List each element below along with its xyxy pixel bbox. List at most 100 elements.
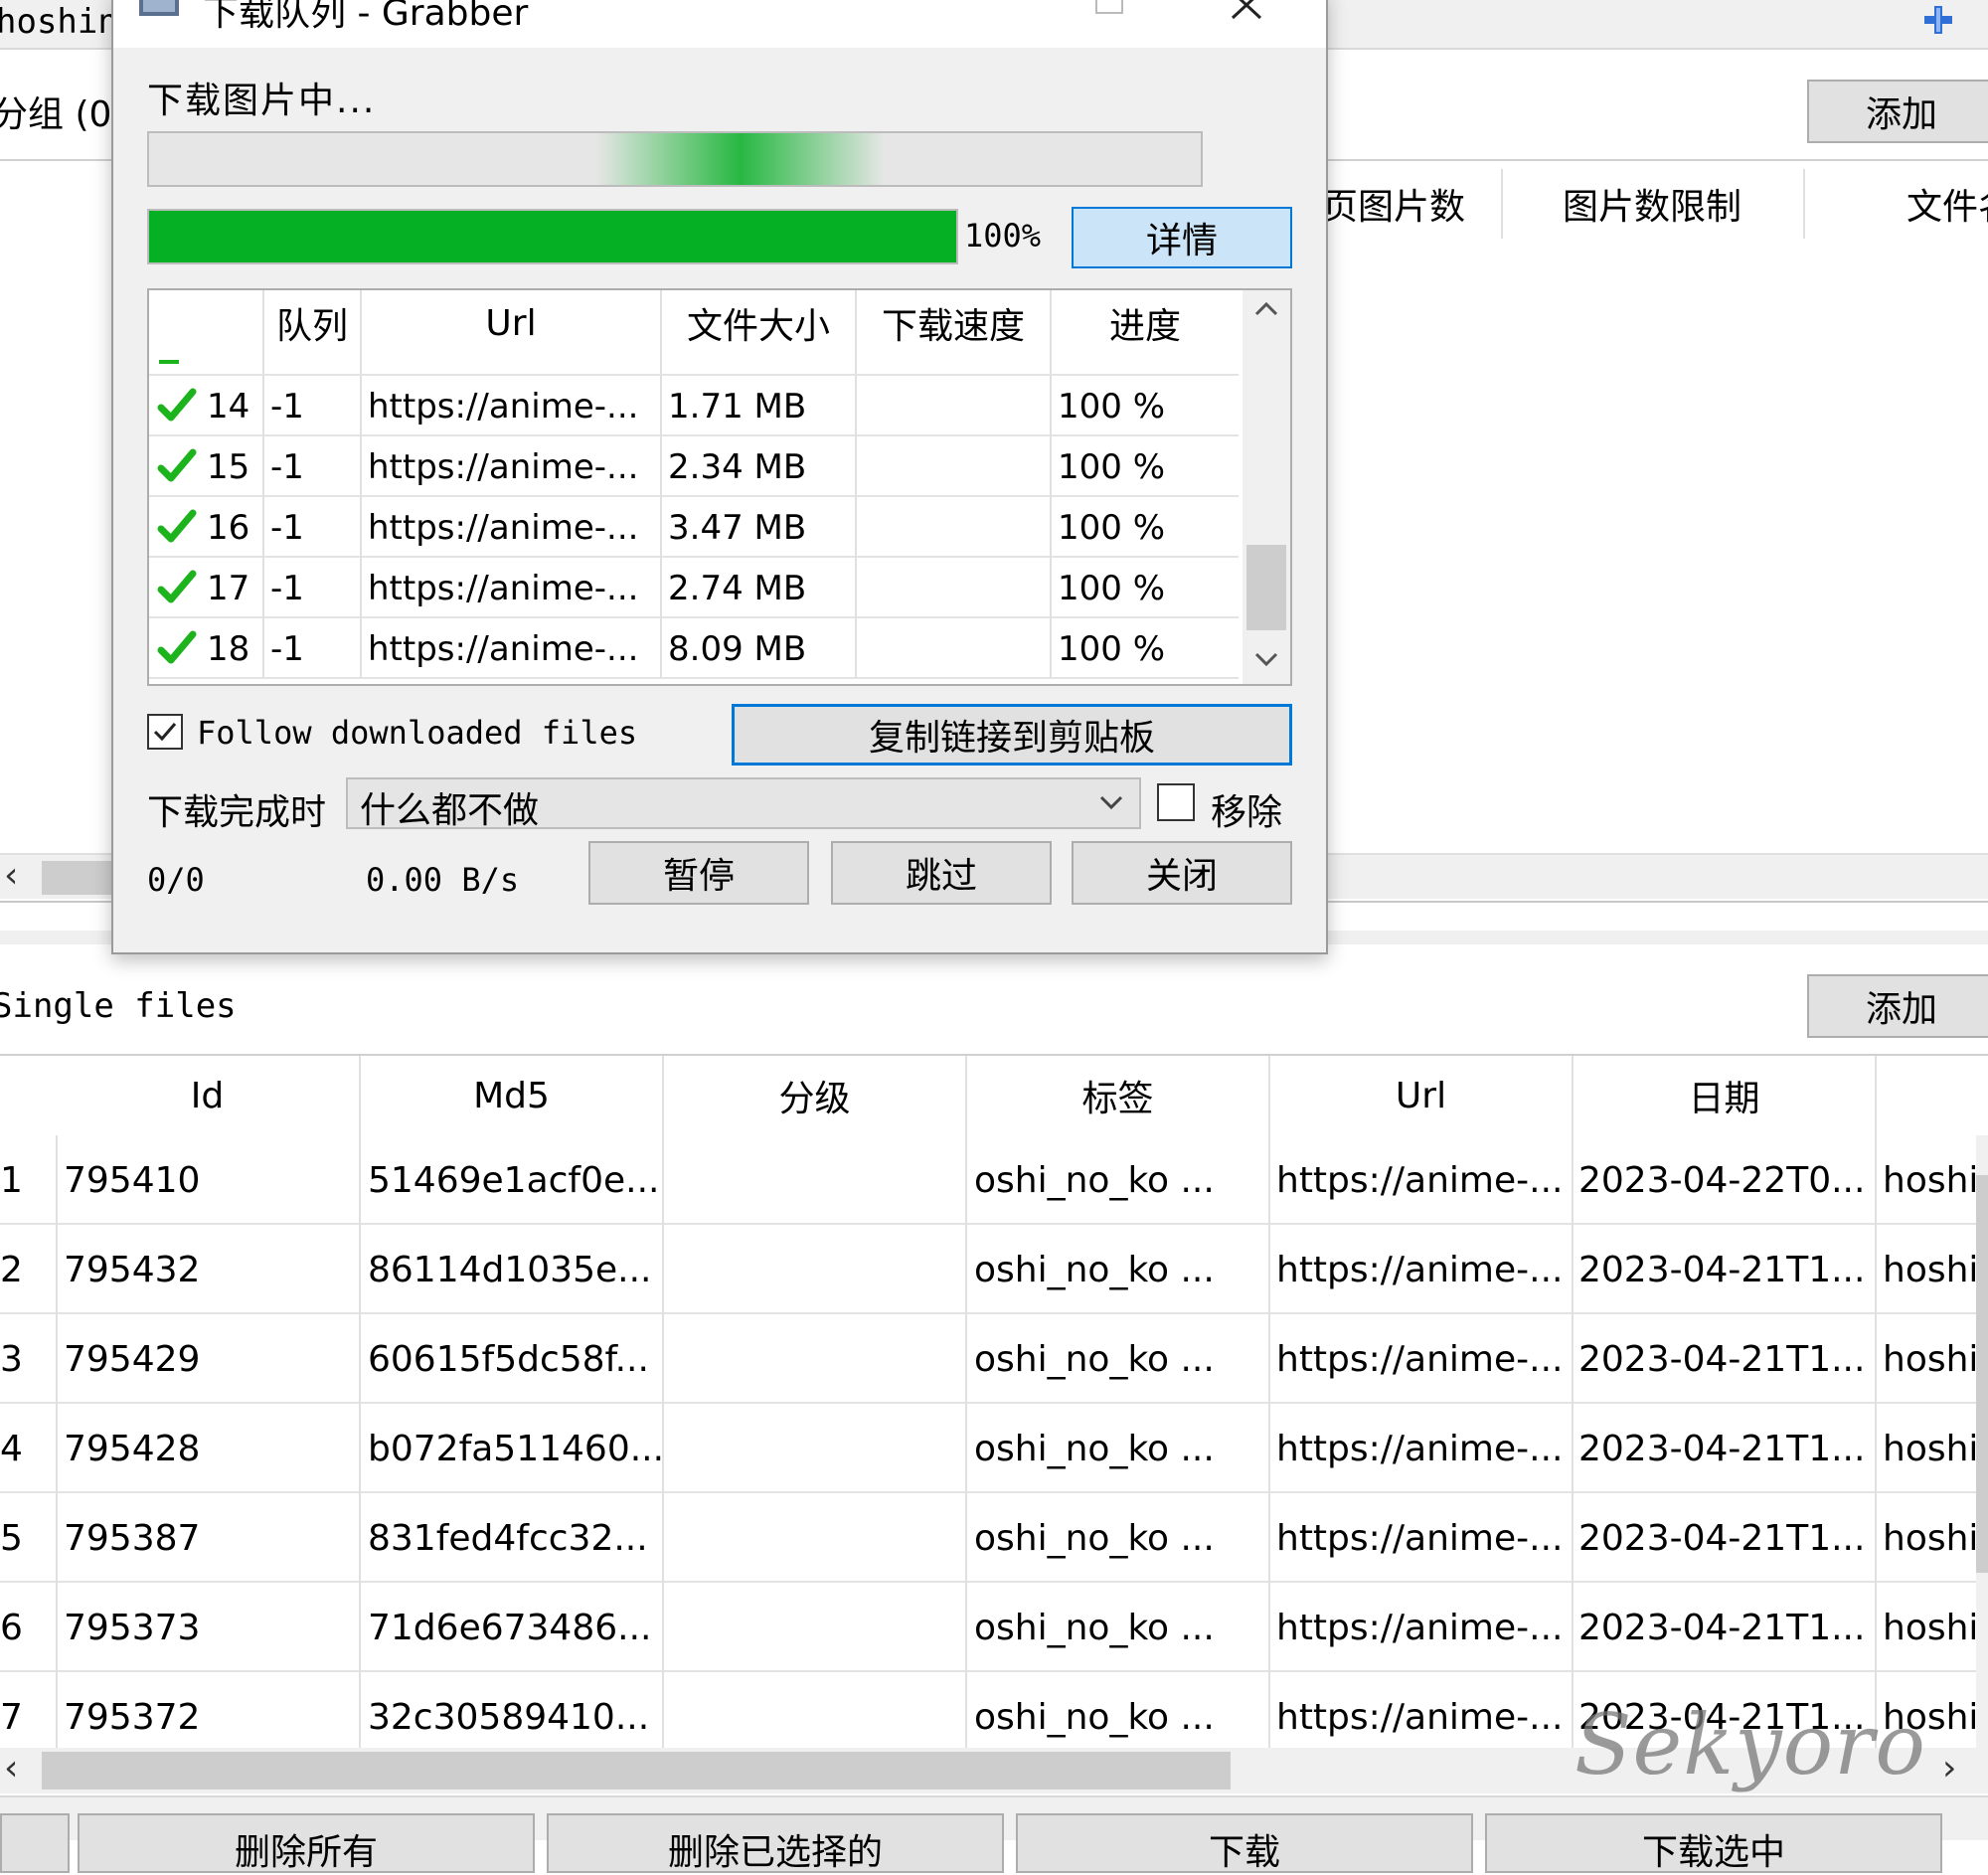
download-selected-button[interactable]: 下载选中: [1485, 1813, 1942, 1873]
queue-cell-url: https://anime-...: [368, 628, 639, 669]
header-rating[interactable]: 分级: [664, 1056, 965, 1135]
single-files-label: Single files: [0, 986, 237, 1026]
scroll-down-icon[interactable]: [1252, 650, 1280, 670]
queue-vscrollbar[interactable]: [1242, 290, 1290, 684]
table-row[interactable]: 2 795432 86114d1035e... oshi_no_ko ... https…: [0, 1225, 1978, 1314]
cell-rating: [672, 1135, 966, 1225]
close-button[interactable]: 关闭: [1072, 841, 1292, 905]
queue-cell-size: 3.47 MB: [668, 507, 807, 548]
queue-row[interactable]: 17 -1 https://anime-... 2.74 MB 100 %: [149, 558, 1239, 618]
queue-row[interactable]: 18 -1 https://anime-... 8.09 MB 100 %: [149, 618, 1239, 679]
cell-rating: [672, 1314, 966, 1404]
cell-extra: hoshi: [1883, 1607, 1979, 1648]
queue-cell-queue: -1: [270, 628, 304, 669]
download-button[interactable]: 下载: [1016, 1813, 1473, 1873]
queue-header-queue[interactable]: 队列: [264, 290, 360, 356]
close-icon[interactable]: [1227, 0, 1266, 22]
remove-label[interactable]: 移除: [1211, 783, 1282, 835]
groups-table-header: 页图片数 图片数限制 文件名: [1322, 169, 1988, 239]
on-complete-label: 下载完成时: [147, 792, 327, 833]
details-button[interactable]: 详情: [1072, 207, 1292, 268]
table-row[interactable]: 5 795387 831fed4fcc32... oshi_no_ko ... http…: [0, 1493, 1978, 1583]
check-icon: [157, 570, 197, 605]
queue-row[interactable]: 16 -1 https://anime-... 3.47 MB 100 %: [149, 497, 1239, 558]
queue-cell-speed: [863, 436, 1048, 497]
check-icon: [157, 630, 197, 666]
skip-button[interactable]: 跳过: [831, 841, 1052, 905]
dialog-title-bar: 下载队列 - Grabber: [113, 0, 1326, 48]
check-icon: [157, 448, 197, 484]
table-row[interactable]: 1 795410 51469e1acf0e... oshi_no_ko ... http…: [0, 1135, 1978, 1225]
download-status-text: 下载图片中...: [147, 81, 377, 121]
delete-all-button[interactable]: 删除所有: [78, 1813, 535, 1873]
table-row[interactable]: 3 795429 60615f5dc58f... oshi_no_ko ... http…: [0, 1314, 1978, 1404]
cell-id: 795429: [64, 1338, 201, 1380]
follow-label[interactable]: Follow downloaded files: [197, 714, 637, 752]
cell-tags: oshi_no_ko ...: [974, 1428, 1215, 1469]
queue-table-header: 队列 Url 文件大小 下载速度 进度: [149, 290, 1239, 374]
queue-cell-speed: [863, 376, 1048, 436]
left-edge-button[interactable]: [0, 1813, 70, 1873]
cell-md5: 831fed4fcc32...: [368, 1517, 648, 1559]
scroll-right-icon[interactable]: ›: [1942, 1748, 1956, 1789]
row-number: 1: [0, 1159, 23, 1201]
pause-button[interactable]: 暂停: [588, 841, 809, 905]
cell-date: 2023-04-21T1...: [1578, 1428, 1866, 1469]
table-row[interactable]: 4 795428 b072fa511460... oshi_no_ko ... http…: [0, 1404, 1978, 1493]
scroll-left-icon[interactable]: ‹: [4, 855, 18, 896]
queue-cell-progress: 100 %: [1058, 446, 1166, 487]
cell-rating: [672, 1225, 966, 1314]
add-group-button[interactable]: 添加: [1807, 80, 1988, 143]
scroll-thumb[interactable]: [42, 1752, 1231, 1790]
queue-header-speed[interactable]: 下载速度: [857, 290, 1050, 356]
header-tags[interactable]: 标签: [967, 1056, 1268, 1135]
queue-cell-size: 8.09 MB: [668, 628, 807, 669]
header-md5[interactable]: Md5: [361, 1056, 662, 1135]
cell-id: 795373: [64, 1607, 201, 1648]
plus-icon[interactable]: [1920, 2, 1956, 38]
queue-header-url[interactable]: Url: [362, 290, 660, 356]
add-single-file-button[interactable]: 添加: [1807, 974, 1988, 1038]
queue-cell-queue: -1: [270, 386, 304, 426]
delete-selected-button[interactable]: 删除已选择的: [547, 1813, 1004, 1873]
queue-cell-num: 18: [207, 628, 250, 669]
header-id[interactable]: Id: [56, 1056, 359, 1135]
total-progress-bar: [147, 209, 958, 264]
scroll-up-icon[interactable]: [1252, 298, 1280, 318]
cell-date: 2023-04-21T1...: [1578, 1517, 1866, 1559]
scroll-thumb[interactable]: [42, 861, 121, 895]
header-date[interactable]: 日期: [1574, 1056, 1875, 1135]
copy-links-button[interactable]: 复制链接到剪贴板: [732, 704, 1292, 766]
header-page-images[interactable]: 页图片数: [1322, 169, 1501, 239]
app-icon: [139, 0, 179, 16]
remove-checkbox[interactable]: [1157, 783, 1195, 821]
queue-header-size[interactable]: 文件大小: [662, 290, 855, 356]
queue-cell-progress: 100 %: [1058, 386, 1166, 426]
cell-extra: hoshi: [1883, 1428, 1979, 1469]
cell-url: https://anime-...: [1276, 1517, 1564, 1559]
queue-row[interactable]: 15 -1 https://anime-... 2.34 MB 100 %: [149, 436, 1239, 497]
queue-cell-progress: 100 %: [1058, 568, 1166, 608]
queue-row[interactable]: 14 -1 https://anime-... 1.71 MB 100 %: [149, 376, 1239, 436]
queue-cell-speed: [863, 558, 1048, 618]
header-image-limit[interactable]: 图片数限制: [1503, 169, 1801, 239]
queue-header-num[interactable]: [149, 290, 262, 356]
maximize-icon[interactable]: [1095, 0, 1123, 14]
table-row[interactable]: 6 795373 71d6e673486... oshi_no_ko ... https…: [0, 1583, 1978, 1672]
queue-scroll-thumb[interactable]: [1246, 545, 1286, 630]
cell-extra: hoshi: [1883, 1517, 1979, 1559]
header-filename[interactable]: 文件名: [1906, 169, 1988, 239]
single-files-vscrollbar[interactable]: [1976, 1135, 1988, 1748]
header-url[interactable]: Url: [1270, 1056, 1572, 1135]
cell-id: 795428: [64, 1428, 201, 1469]
on-complete-value: 什么都不做: [360, 790, 540, 831]
on-complete-select[interactable]: 什么都不做: [346, 777, 1141, 831]
follow-checkbox[interactable]: [147, 714, 183, 750]
queue-cell-queue: -1: [270, 568, 304, 608]
cell-md5: 60615f5dc58f...: [368, 1338, 649, 1380]
queue-cell-num: 17: [207, 568, 250, 608]
queue-cell-num: 16: [207, 507, 250, 548]
queue-cell-num: 14: [207, 386, 250, 426]
queue-header-progress[interactable]: 进度: [1052, 290, 1239, 356]
scroll-left-icon[interactable]: ‹: [4, 1748, 18, 1789]
